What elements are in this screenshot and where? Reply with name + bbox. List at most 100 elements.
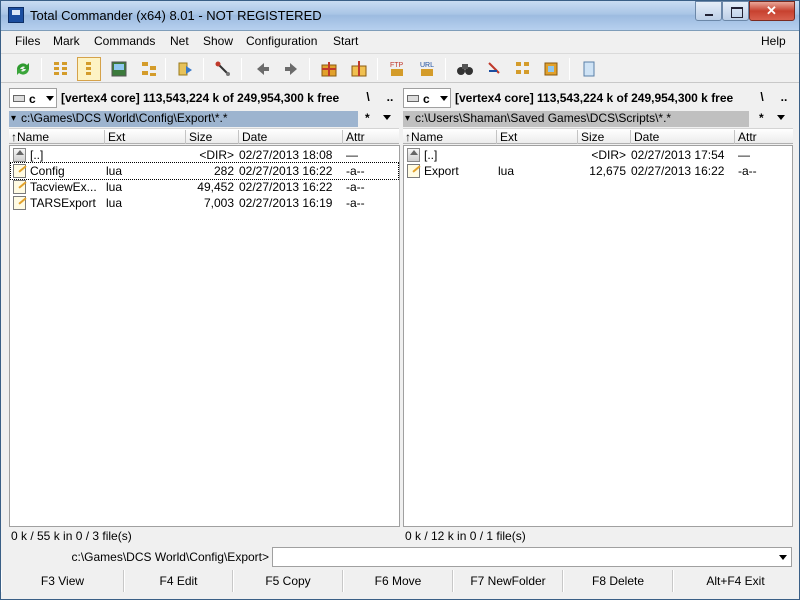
maximize-button[interactable] [722, 1, 749, 21]
right-col-name[interactable]: ↑Name [403, 130, 497, 144]
compare-dirs-icon[interactable] [511, 57, 535, 81]
menu-configuration[interactable]: Configuration [246, 34, 317, 48]
brief-view-icon[interactable] [49, 57, 73, 81]
toolbar-separator [377, 58, 378, 80]
f8-delete-button[interactable]: F8 Delete [563, 570, 673, 592]
f5-copy-button[interactable]: F5 Copy [233, 570, 343, 592]
command-line-prompt: c:\Games\DCS World\Config\Export> [71, 550, 269, 564]
file-date: 02/27/2013 16:22 [631, 164, 725, 178]
left-col-ext[interactable]: Ext [106, 130, 186, 144]
minimize-button[interactable] [695, 1, 722, 21]
unpack-icon[interactable] [211, 57, 235, 81]
menu-show[interactable]: Show [203, 34, 233, 48]
menu-mark[interactable]: Mark [53, 34, 80, 48]
menu-commands[interactable]: Commands [94, 34, 155, 48]
left-drive-select[interactable]: c [9, 88, 57, 108]
right-root-button[interactable]: \ [751, 88, 773, 108]
detailed-view-icon[interactable] [77, 57, 101, 81]
command-line-input[interactable] [272, 547, 792, 567]
right-col-date[interactable]: Date [632, 130, 735, 144]
left-drive-info: [vertex4 core] 113,543,224 k of 249,954,… [61, 91, 340, 105]
file-ext: lua [106, 164, 123, 178]
left-root-button[interactable]: \ [357, 88, 379, 108]
file-name: TacviewEx... [30, 180, 97, 194]
f3-view-button[interactable]: F3 View [1, 570, 124, 592]
right-status-bar: 0 k / 12 k in 0 / 1 file(s) [405, 529, 526, 543]
right-col-attr[interactable]: Attr [736, 130, 793, 144]
right-history-arrow-icon[interactable] [777, 115, 785, 120]
sync-dirs-icon[interactable] [539, 57, 563, 81]
toolbar-separator [165, 58, 166, 80]
left-up-button[interactable]: .. [379, 88, 401, 108]
close-button[interactable] [749, 1, 795, 21]
file-attr: -a-- [346, 196, 365, 210]
unpack-all-icon[interactable] [347, 57, 371, 81]
url-label: URL [420, 62, 434, 69]
toolbar-separator [569, 58, 570, 80]
file-row[interactable]: [..] <DIR> 02/27/2013 17:54 — [405, 147, 791, 163]
find-icon[interactable] [453, 57, 477, 81]
file-ext: lua [106, 196, 123, 210]
right-path[interactable]: c:\Users\Shaman\Saved Games\DCS\Scripts\… [403, 111, 749, 127]
left-col-attr[interactable]: Attr [344, 130, 399, 144]
exit-button[interactable]: Alt+F4 Exit [673, 570, 797, 592]
left-col-name-label: Name [17, 130, 50, 144]
left-path[interactable]: c:\Games\DCS World\Config\Export\*.* [9, 111, 358, 127]
f6-move-button[interactable]: F6 Move [343, 570, 453, 592]
file-row[interactable]: Config lua 282 02/27/2013 16:22 -a-- [10, 162, 399, 180]
menu-help[interactable]: Help [761, 34, 786, 48]
toolbar-separator [309, 58, 310, 80]
menu-net[interactable]: Net [170, 34, 189, 48]
f7-newfolder-button[interactable]: F7 NewFolder [453, 570, 563, 592]
file-size: 12,675 [589, 164, 626, 178]
file-row[interactable]: TacviewEx... lua 49,452 02/27/2013 16:22… [11, 179, 398, 195]
left-col-name[interactable]: ↑Name [9, 130, 105, 144]
multi-rename-icon[interactable] [483, 57, 507, 81]
f4-edit-button[interactable]: F4 Edit [124, 570, 233, 592]
menu-files[interactable]: Files [15, 34, 40, 48]
file-attr: -a-- [346, 164, 365, 178]
thumbnail-view-icon[interactable] [107, 57, 131, 81]
app-floppy-icon[interactable] [8, 7, 24, 23]
file-row[interactable]: Export lua 12,675 02/27/2013 16:22 -a-- [405, 163, 791, 179]
ftp-icon[interactable]: FTP [385, 57, 409, 81]
right-col-size[interactable]: Size [579, 130, 631, 144]
file-row[interactable]: TARSExport lua 7,003 02/27/2013 16:19 -a… [11, 195, 398, 211]
invert-selection-icon[interactable] [173, 57, 197, 81]
up-dir-icon [407, 148, 420, 162]
chevron-down-icon[interactable] [779, 555, 787, 560]
right-col-name-label: Name [411, 130, 444, 144]
file-ext: lua [106, 180, 123, 194]
right-col-ext[interactable]: Ext [498, 130, 578, 144]
right-filter[interactable]: * [759, 111, 764, 125]
pack-icon[interactable] [317, 57, 341, 81]
left-col-date[interactable]: Date [240, 130, 343, 144]
chevron-down-icon [440, 96, 448, 101]
file-name: Export [424, 164, 459, 178]
url-icon[interactable]: URL [415, 57, 439, 81]
notepad-icon[interactable] [577, 57, 601, 81]
back-icon[interactable] [251, 57, 275, 81]
right-drive-select[interactable]: c [403, 88, 451, 108]
toolbar-separator [445, 58, 446, 80]
chevron-down-icon [46, 96, 54, 101]
file-size: 7,003 [203, 196, 234, 210]
right-column-headers: ↑Name Ext Size Date Attr [403, 128, 793, 144]
window-title: Total Commander (x64) 8.01 - NOT REGISTE… [30, 8, 322, 23]
file-date: 02/27/2013 17:54 [631, 148, 725, 162]
file-name: Config [30, 164, 65, 178]
left-filter[interactable]: * [365, 111, 370, 125]
left-status-bar: 0 k / 55 k in 0 / 3 file(s) [11, 529, 132, 543]
right-file-panel[interactable]: [..] <DIR> 02/27/2013 17:54 — Export lua… [403, 145, 793, 527]
left-history-arrow-icon[interactable] [383, 115, 391, 120]
refresh-icon[interactable] [11, 57, 35, 81]
menu-bar: Files Mark Commands Net Show Configurati… [1, 32, 799, 52]
right-up-button[interactable]: .. [773, 88, 795, 108]
left-file-panel[interactable]: [..] <DIR> 02/27/2013 18:08 — Config lua… [9, 145, 400, 527]
file-row[interactable]: [..] <DIR> 02/27/2013 18:08 — [11, 147, 398, 163]
tree-view-icon[interactable] [137, 57, 161, 81]
left-col-size[interactable]: Size [187, 130, 239, 144]
forward-icon[interactable] [279, 57, 303, 81]
menu-start[interactable]: Start [333, 34, 358, 48]
file-name: TARSExport [30, 196, 96, 210]
